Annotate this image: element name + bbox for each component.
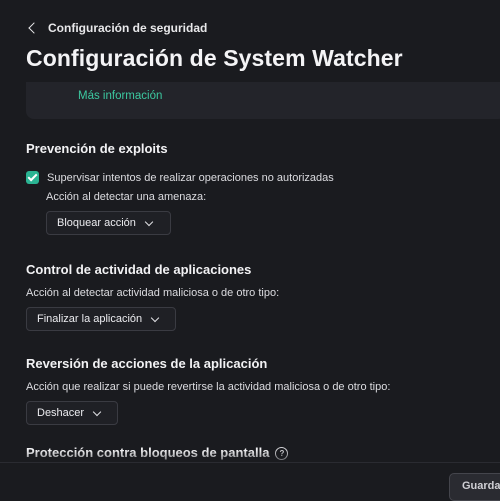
rollback-section: Reversión de acciones de la aplicación A… xyxy=(26,356,390,425)
more-info-link[interactable]: Más información xyxy=(78,90,162,102)
chevron-down-icon xyxy=(150,313,160,322)
chevron-down-icon xyxy=(144,217,154,226)
rollback-action-dropdown[interactable]: Deshacer xyxy=(26,401,118,425)
app-activity-action-label: Acción al detectar actividad maliciosa o… xyxy=(26,287,280,299)
section-title-app-activity: Control de actividad de aplicaciones xyxy=(26,262,252,277)
chevron-down-icon xyxy=(92,407,102,416)
app-activity-action-value: Finalizar la aplicación xyxy=(37,313,143,325)
monitor-checkbox-row[interactable]: Supervisar intentos de realizar operacio… xyxy=(26,171,334,184)
section-title-rollback: Reversión de acciones de la aplicación xyxy=(26,356,268,371)
threat-action-dropdown[interactable]: Bloquear acción xyxy=(46,211,171,235)
chevron-left-icon xyxy=(28,22,40,34)
monitor-checkbox[interactable] xyxy=(26,171,39,184)
app-activity-section: Control de actividad de aplicaciones Acc… xyxy=(26,262,279,331)
save-button[interactable]: Guardar xyxy=(449,473,500,501)
app-activity-action-dropdown[interactable]: Finalizar la aplicación xyxy=(26,307,176,331)
page-title: Configuración de System Watcher xyxy=(26,45,403,71)
back-link[interactable]: Configuración de seguridad xyxy=(28,21,207,35)
rollback-action-label: Acción que realizar si puede revertirse … xyxy=(26,381,391,393)
threat-action-value: Bloquear acción xyxy=(57,217,136,229)
footer-bar: Guardar xyxy=(0,462,500,501)
threat-action-label: Acción al detectar una amenaza: xyxy=(46,191,207,203)
rollback-action-value: Deshacer xyxy=(37,407,85,419)
exploit-prevention-section: Prevención de exploits Supervisar intent… xyxy=(26,141,334,235)
back-label: Configuración de seguridad xyxy=(48,21,208,35)
monitor-checkbox-label: Supervisar intentos de realizar operacio… xyxy=(47,171,334,184)
section-title-exploit-prevention: Prevención de exploits xyxy=(26,141,168,156)
info-card: Más información xyxy=(26,82,500,119)
